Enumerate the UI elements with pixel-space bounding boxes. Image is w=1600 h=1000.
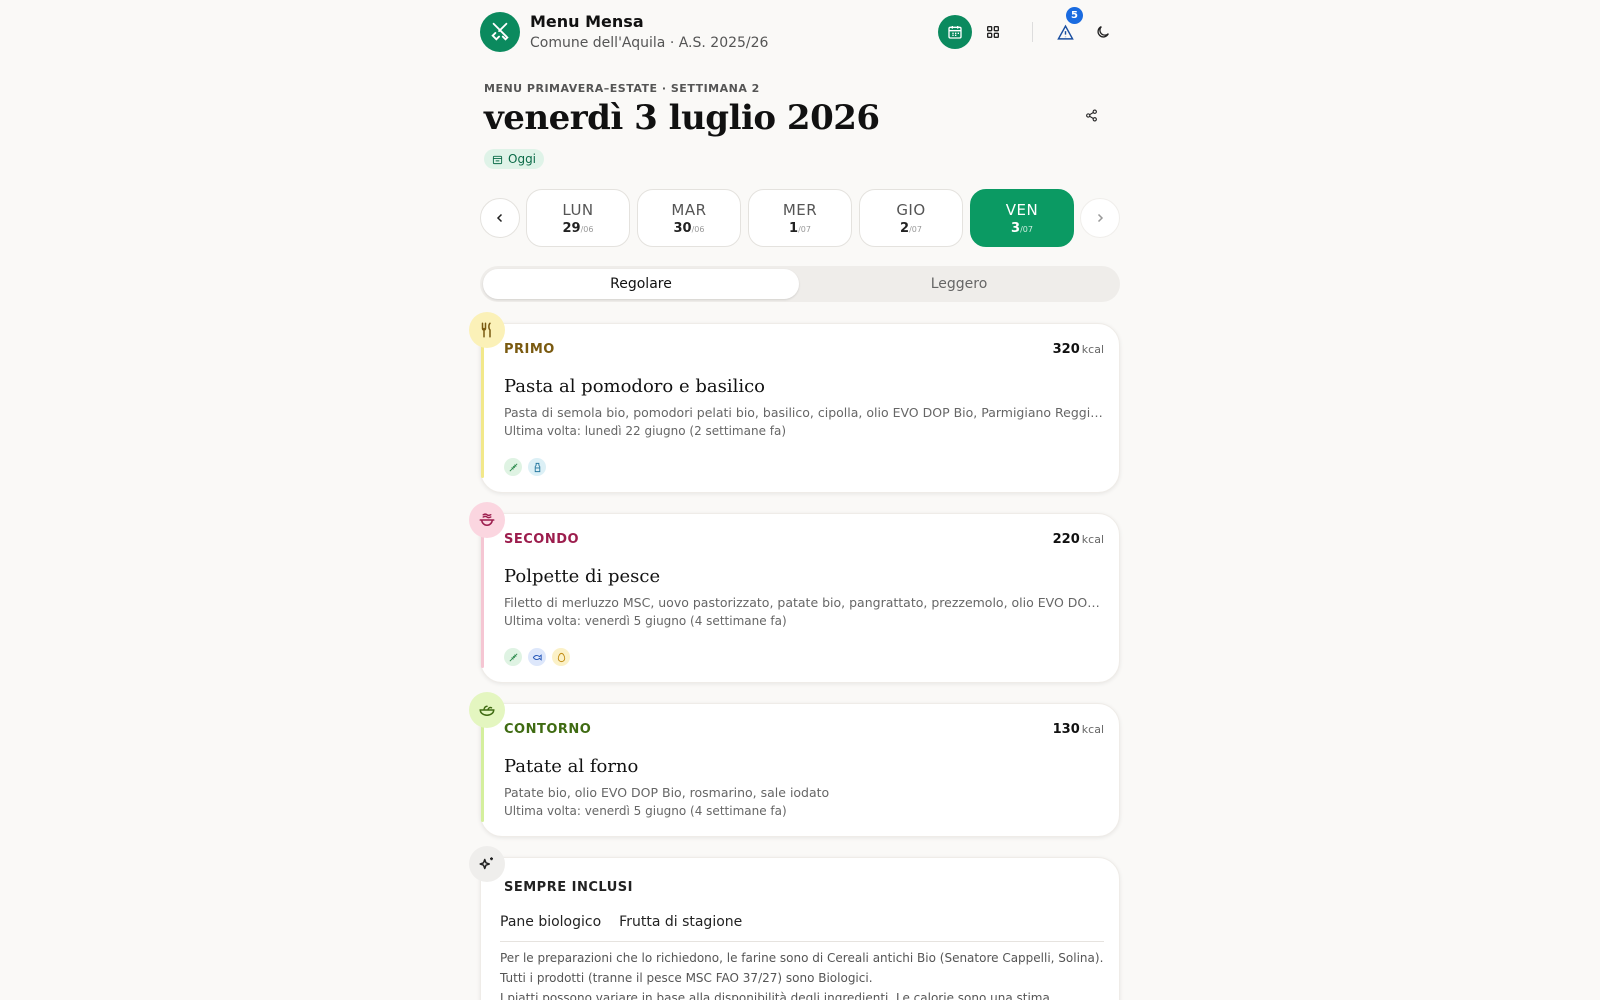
card-accent	[481, 528, 484, 668]
day-button-lun[interactable]: LUN 29/06	[526, 189, 630, 247]
salad-icon	[479, 705, 495, 716]
course-icon	[469, 692, 505, 728]
grid-icon	[987, 25, 999, 38]
day-name: GIO	[896, 201, 926, 219]
card-accent	[481, 718, 484, 822]
app-title: Menu Mensa	[530, 12, 644, 31]
today-badge[interactable]: Oggi	[484, 149, 545, 169]
fish-dish-icon	[479, 513, 495, 526]
course-label: SECONDO	[504, 532, 580, 547]
course-card-primo[interactable]: PRIMO 320 kcal Pasta al pomodoro e basili…	[469, 312, 1120, 493]
day-button-ven[interactable]: VEN 3/07	[970, 189, 1074, 247]
alerts-badge: 5	[1066, 7, 1083, 24]
menu-type-regolare[interactable]: Regolare	[483, 269, 799, 299]
day-button-mer[interactable]: MER 1/07	[748, 189, 852, 247]
always-included-items: Pane biologico Frutta di stagione	[500, 914, 742, 930]
day-date: 1/07	[789, 221, 811, 236]
grid-view-button[interactable]	[976, 15, 1010, 49]
today-label: Oggi	[508, 152, 537, 166]
last-served-text: Ultima volta: venerdì 5 giugno (4 settim…	[504, 804, 787, 818]
course-icon	[469, 846, 505, 882]
course-icon	[469, 502, 505, 538]
kcal-value: 130 kcal	[1052, 722, 1104, 737]
fork-knife-icon	[481, 322, 491, 338]
ingredients-text: Patate bio, olio EVO DOP Bio, rosmarino,…	[504, 785, 830, 800]
course-label: PRIMO	[504, 342, 555, 357]
kcal-value: 320 kcal	[1052, 342, 1104, 357]
calendar-view-button[interactable]	[938, 15, 972, 49]
allergen-tags	[504, 458, 546, 476]
chevron-left-icon	[496, 213, 503, 223]
alerts-button[interactable]: 5	[1048, 7, 1083, 49]
dish-name: Polpette di pesce	[504, 566, 661, 587]
menu-type-leggero[interactable]: Leggero	[801, 269, 1117, 299]
day-button-gio[interactable]: GIO 2/07	[859, 189, 963, 247]
warning-icon	[1056, 24, 1074, 40]
day-date: 29/06	[562, 221, 594, 236]
menu-season-label: MENU PRIMAVERA–ESTATE · SETTIMANA 2	[484, 82, 760, 95]
milk-icon[interactable]	[528, 458, 546, 476]
last-served-text: Ultima volta: venerdì 5 giugno (4 settim…	[504, 614, 787, 628]
menu-type-toggle: Regolare Leggero	[480, 266, 1120, 302]
note-text: Per le preparazioni che lo richiedono, l…	[500, 951, 1104, 965]
divider	[500, 941, 1104, 942]
last-served-text: Ultima volta: lunedì 22 giugno (2 settim…	[504, 424, 787, 438]
header-divider	[1032, 22, 1033, 42]
allergen-tags	[504, 648, 570, 666]
calendar-icon	[492, 155, 503, 164]
chevron-right-icon	[1097, 213, 1104, 223]
top-bar: Menu Mensa Comune dell'Aquila · A.S. 202…	[480, 7, 1120, 54]
calendar-icon	[948, 26, 962, 39]
app-logo[interactable]	[480, 12, 520, 52]
day-button-mar[interactable]: MAR 30/06	[637, 189, 741, 247]
page: Menu Mensa Comune dell'Aquila · A.S. 202…	[469, 0, 1120, 1000]
fish-icon[interactable]	[528, 648, 546, 666]
included-item: Frutta di stagione	[619, 914, 743, 930]
course-card-secondo[interactable]: SECONDO 220 kcal Polpette di pesce Filett…	[469, 502, 1120, 683]
egg-icon[interactable]	[552, 648, 570, 666]
always-included-card: SEMPRE INCLUSI Pane biologico Frutta di …	[469, 846, 1120, 1000]
previous-week-button[interactable]	[480, 198, 520, 238]
app-subtitle: Comune dell'Aquila · A.S. 2025/26	[530, 35, 769, 51]
day-date: 30/06	[673, 221, 705, 236]
card-accent	[481, 338, 484, 478]
dish-name: Pasta al pomodoro e basilico	[504, 376, 766, 397]
included-item: Pane biologico	[500, 914, 602, 930]
gluten-icon[interactable]	[504, 648, 522, 666]
next-week-button[interactable]	[1080, 198, 1120, 238]
day-name: MAR	[671, 201, 707, 219]
day-date: 2/07	[900, 221, 922, 236]
dark-mode-toggle[interactable]	[1086, 15, 1120, 49]
note-text: Tutti i prodotti (tranne il pesce MSC FA…	[500, 971, 873, 985]
ingredients-text: Filetto di merluzzo MSC, uovo pastorizza…	[504, 595, 1104, 610]
dish-name: Patate al forno	[504, 756, 639, 777]
sparkles-icon	[479, 857, 493, 870]
share-icon	[1085, 109, 1097, 121]
course-card-contorno[interactable]: CONTORNO 130 kcal Patate al forno Patate …	[469, 692, 1120, 837]
course-label: CONTORNO	[504, 722, 592, 737]
kcal-value: 220 kcal	[1052, 532, 1104, 547]
page-title: venerdì 3 luglio 2026	[484, 98, 880, 138]
day-name: MER	[782, 201, 818, 219]
course-icon	[469, 312, 505, 348]
day-name: LUN	[562, 201, 594, 219]
always-included-title: SEMPRE INCLUSI	[504, 880, 633, 895]
day-name: VEN	[1005, 201, 1039, 219]
note-text: I piatti possono variare in base alla di…	[500, 991, 1054, 1000]
gluten-icon[interactable]	[504, 458, 522, 476]
moon-icon	[1097, 26, 1109, 38]
fork-knife-icon	[491, 22, 509, 41]
share-button[interactable]	[1080, 104, 1102, 126]
day-date: 3/07	[1011, 221, 1033, 236]
ingredients-text: Pasta di semola bio, pomodori pelati bio…	[504, 405, 1104, 420]
